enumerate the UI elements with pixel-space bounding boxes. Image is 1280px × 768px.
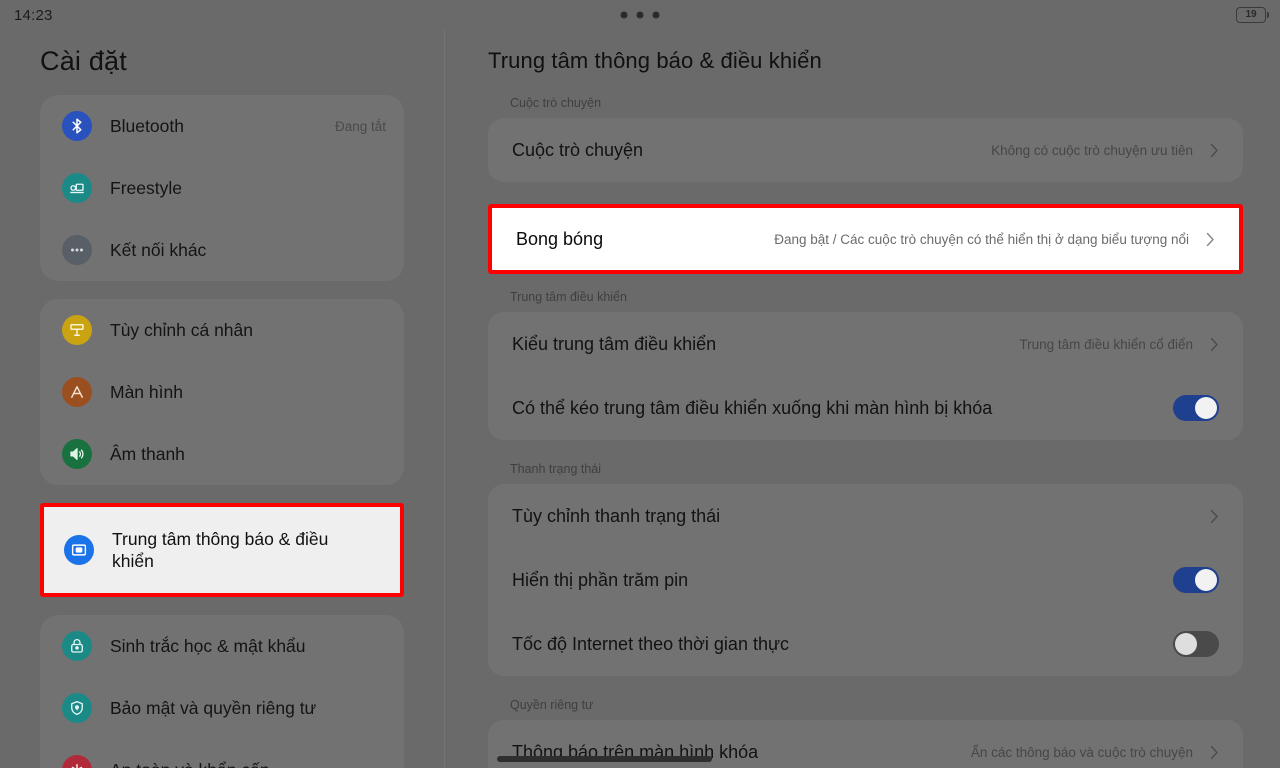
chevron-right-icon <box>1207 509 1219 524</box>
row-show-battery-percentage[interactable]: Hiển thị phần trăm pin <box>488 548 1243 612</box>
main-panel: Trung tâm thông báo & điều khiển Cuộc tr… <box>445 30 1280 768</box>
row-control-center-style[interactable]: Kiểu trung tâm điều khiển Trung tâm điều… <box>488 312 1243 376</box>
page-title: Cài đặt <box>40 46 127 76</box>
sidebar-item-label: Tùy chỉnh cá nhân <box>110 319 254 340</box>
row-label: Tốc độ Internet theo thời gian thực <box>512 633 790 654</box>
sidebar-item-value: Đang tắt <box>334 118 386 134</box>
battery-icon: 19 <box>1236 7 1269 23</box>
row-label: Tùy chỉnh thanh trạng thái <box>512 505 721 526</box>
row-value: Trung tâm điều khiển cổ điển <box>1019 336 1193 352</box>
home-indicator[interactable] <box>497 756 712 762</box>
sidebar-item-label: An toàn và khẩn cấp <box>110 759 368 768</box>
settings-sidebar: Cài đặt Bluetooth Đang tắt Freestyle Kết… <box>0 30 445 768</box>
sidebar-selected-highlight: Trung tâm thông báo & điều khiển <box>40 503 404 597</box>
sidebar-item-personalization[interactable]: Tùy chỉnh cá nhân <box>40 299 404 361</box>
notification-control-center-icon <box>64 535 94 565</box>
card-control-center: Kiểu trung tâm điều khiển Trung tâm điều… <box>488 312 1243 440</box>
display-icon <box>62 377 92 407</box>
row-label: Có thể kéo trung tâm điều khiển xuống kh… <box>512 397 993 418</box>
sidebar-group-personalization: Tùy chỉnh cá nhân Màn hình Âm thanh <box>40 299 404 485</box>
row-realtime-internet-speed[interactable]: Tốc độ Internet theo thời gian thực <box>488 612 1243 676</box>
card-status-bar: Tùy chỉnh thanh trạng thái Hiển thị phần… <box>488 484 1243 676</box>
sidebar-group-connections: Bluetooth Đang tắt Freestyle Kết nối khá… <box>40 95 404 281</box>
row-customize-status-bar[interactable]: Tùy chỉnh thanh trạng thái <box>488 484 1243 548</box>
sidebar-item-freestyle[interactable]: Freestyle <box>40 157 404 219</box>
freestyle-icon <box>62 173 92 203</box>
sidebar-item-safety-emergency[interactable]: An toàn và khẩn cấp <box>40 739 404 768</box>
row-value: Không có cuộc trò chuyện ưu tiên <box>991 142 1193 158</box>
settings-screen: 14:23 19 Cài đặt Bluetooth Đang tắt Free… <box>0 0 1280 768</box>
status-bar: 14:23 19 <box>0 0 1280 30</box>
more-dots-icon <box>620 11 660 19</box>
sidebar-item-biometrics[interactable]: Sinh trắc học & mật khẩu <box>40 615 404 677</box>
card-conversations: Cuộc trò chuyện Không có cuộc trò chuyện… <box>488 118 1243 182</box>
sidebar-item-display[interactable]: Màn hình <box>40 361 404 423</box>
sidebar-item-label: Kết nối khác <box>110 239 207 260</box>
row-value: Đang bật / Các cuộc trò chuyện có thể hi… <box>774 231 1189 247</box>
chevron-right-icon <box>1207 337 1219 352</box>
safety-emergency-icon <box>62 755 92 768</box>
toggle-pull-control-center-on-lockscreen[interactable] <box>1173 395 1219 421</box>
toggle-show-battery-percentage[interactable] <box>1173 567 1219 593</box>
content-area: Cài đặt Bluetooth Đang tắt Freestyle Kết… <box>0 30 1280 768</box>
row-label: Kiểu trung tâm điều khiển <box>512 333 717 354</box>
status-bar-clock: 14:23 <box>14 6 53 24</box>
chevron-right-icon <box>1207 745 1219 760</box>
main-panel-title: Trung tâm thông báo & điều khiển <box>488 48 822 73</box>
row-conversations[interactable]: Cuộc trò chuyện Không có cuộc trò chuyện… <box>488 118 1243 182</box>
sidebar-item-bluetooth[interactable]: Bluetooth Đang tắt <box>40 95 404 157</box>
sidebar-item-sound[interactable]: Âm thanh <box>40 423 404 485</box>
sidebar-item-label: Âm thanh <box>110 443 185 464</box>
sidebar-item-label: Bảo mật và quyền riêng tư <box>110 697 317 718</box>
battery-level-label: 19 <box>1245 9 1257 20</box>
sidebar-item-security-privacy[interactable]: Bảo mật và quyền riêng tư <box>40 677 404 739</box>
sidebar-item-other-connections[interactable]: Kết nối khác <box>40 219 404 281</box>
biometrics-lock-icon <box>62 631 92 661</box>
toggle-realtime-internet-speed[interactable] <box>1173 631 1219 657</box>
row-label: Hiển thị phần trăm pin <box>512 569 689 590</box>
sidebar-group-security: Sinh trắc học & mật khẩu Bảo mật và quyề… <box>40 615 404 768</box>
row-pull-control-center-on-lockscreen[interactable]: Có thể kéo trung tâm điều khiển xuống kh… <box>488 376 1243 440</box>
section-label-status-bar: Thanh trạng thái <box>510 462 602 476</box>
sidebar-item-label: Trung tâm thông báo & điều khiển <box>112 528 329 571</box>
more-connections-icon <box>62 235 92 265</box>
status-bar-right: 19 <box>1236 7 1269 23</box>
chevron-right-icon <box>1207 143 1219 158</box>
row-label: Bong bóng <box>516 228 604 249</box>
personalization-icon <box>62 315 92 345</box>
bluetooth-icon <box>62 111 92 141</box>
sidebar-item-notification-control-center[interactable]: Trung tâm thông báo & điều khiển <box>40 503 404 597</box>
highlight-box-bubbles: Bong bóng Đang bật / Các cuộc trò chuyện… <box>488 204 1243 274</box>
row-label: Cuộc trò chuyện <box>512 139 644 160</box>
section-label-conversations: Cuộc trò chuyện <box>510 96 602 110</box>
sidebar-item-label: Bluetooth <box>110 115 184 136</box>
section-label-privacy: Quyền riêng tư <box>510 698 594 712</box>
sound-icon <box>62 439 92 469</box>
sidebar-item-label: Sinh trắc học & mật khẩu <box>110 635 306 656</box>
section-label-control-center: Trung tâm điều khiển <box>510 290 627 304</box>
row-value: Ẩn các thông báo và cuộc trò chuyện <box>970 744 1193 760</box>
sidebar-item-label: Màn hình <box>110 381 183 402</box>
row-bubbles[interactable]: Bong bóng Đang bật / Các cuộc trò chuyện… <box>492 208 1239 270</box>
security-shield-icon <box>62 693 92 723</box>
chevron-right-icon <box>1203 232 1215 247</box>
sidebar-item-label: Freestyle <box>110 177 182 198</box>
